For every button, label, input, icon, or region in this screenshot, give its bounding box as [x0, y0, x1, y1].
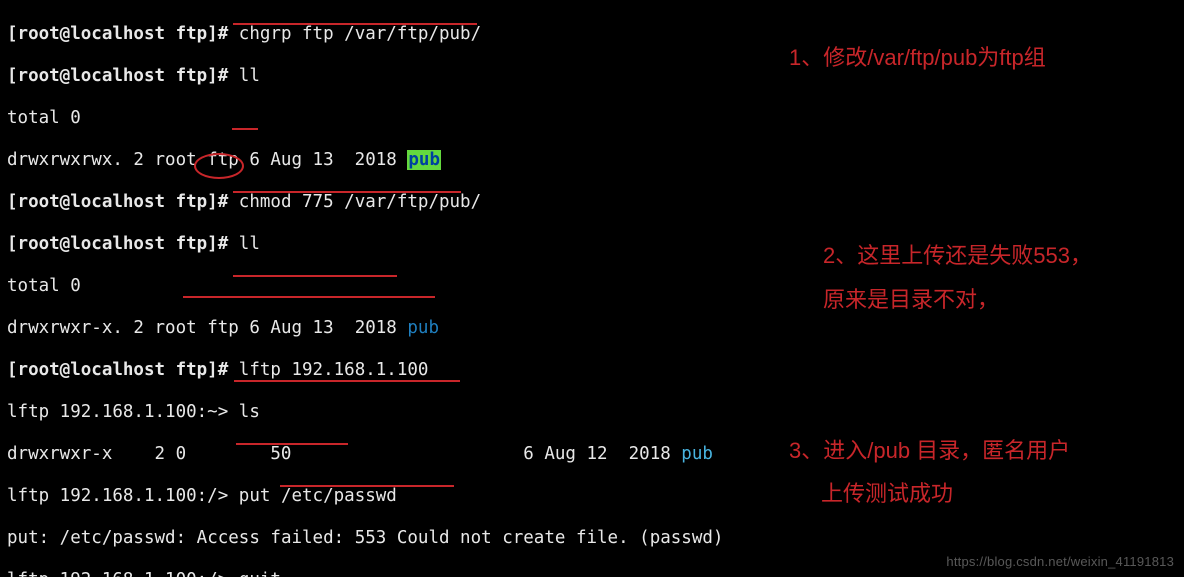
- annotation-underline: [280, 485, 454, 487]
- annotation-underline: [232, 128, 258, 130]
- annotation-text-2b: 原来是目录不对，: [823, 283, 999, 317]
- watermark: https://blog.csdn.net/weixin_41191813: [946, 554, 1174, 569]
- annotation-text-3a: 3、进入/pub 目录，匿名用户: [789, 434, 1070, 468]
- annotation-underline: [233, 191, 461, 193]
- annotation-text-2a: 2、这里上传还是失败553，: [823, 239, 1092, 273]
- annotation-underline: [233, 23, 477, 25]
- term-line: drwxrwxrwx. 2 root ftp 6 Aug 13 2018 pub: [7, 150, 1177, 171]
- term-line: total 0: [7, 108, 1177, 129]
- annotation-underline: [233, 275, 397, 277]
- annotation-circle: [194, 153, 244, 179]
- annotation-underline: [183, 296, 435, 298]
- term-line: [root@localhost ftp]# lftp 192.168.1.100: [7, 360, 1177, 381]
- term-line: lftp 192.168.1.100:/> quit: [7, 570, 1177, 577]
- terminal-output[interactable]: [root@localhost ftp]# chgrp ftp /var/ftp…: [7, 3, 1177, 577]
- term-line: put: /etc/passwd: Access failed: 553 Cou…: [7, 528, 1177, 549]
- annotation-text-3b: 上传测试成功: [821, 477, 953, 511]
- pub-dir: pub: [407, 318, 439, 338]
- annotation-underline: [234, 380, 460, 382]
- term-line: [root@localhost ftp]# chmod 775 /var/ftp…: [7, 192, 1177, 213]
- pub-dir: pub: [681, 444, 713, 464]
- annotation-underline: [236, 443, 348, 445]
- term-line: total 0: [7, 276, 1177, 297]
- term-line: drwxrwxr-x. 2 root ftp 6 Aug 13 2018 pub: [7, 318, 1177, 339]
- term-line: lftp 192.168.1.100:/> put /etc/passwd: [7, 486, 1177, 507]
- term-line: lftp 192.168.1.100:~> ls: [7, 402, 1177, 423]
- pub-highlight: pub: [407, 150, 441, 170]
- annotation-text-1: 1、修改/var/ftp/pub为ftp组: [789, 41, 1046, 75]
